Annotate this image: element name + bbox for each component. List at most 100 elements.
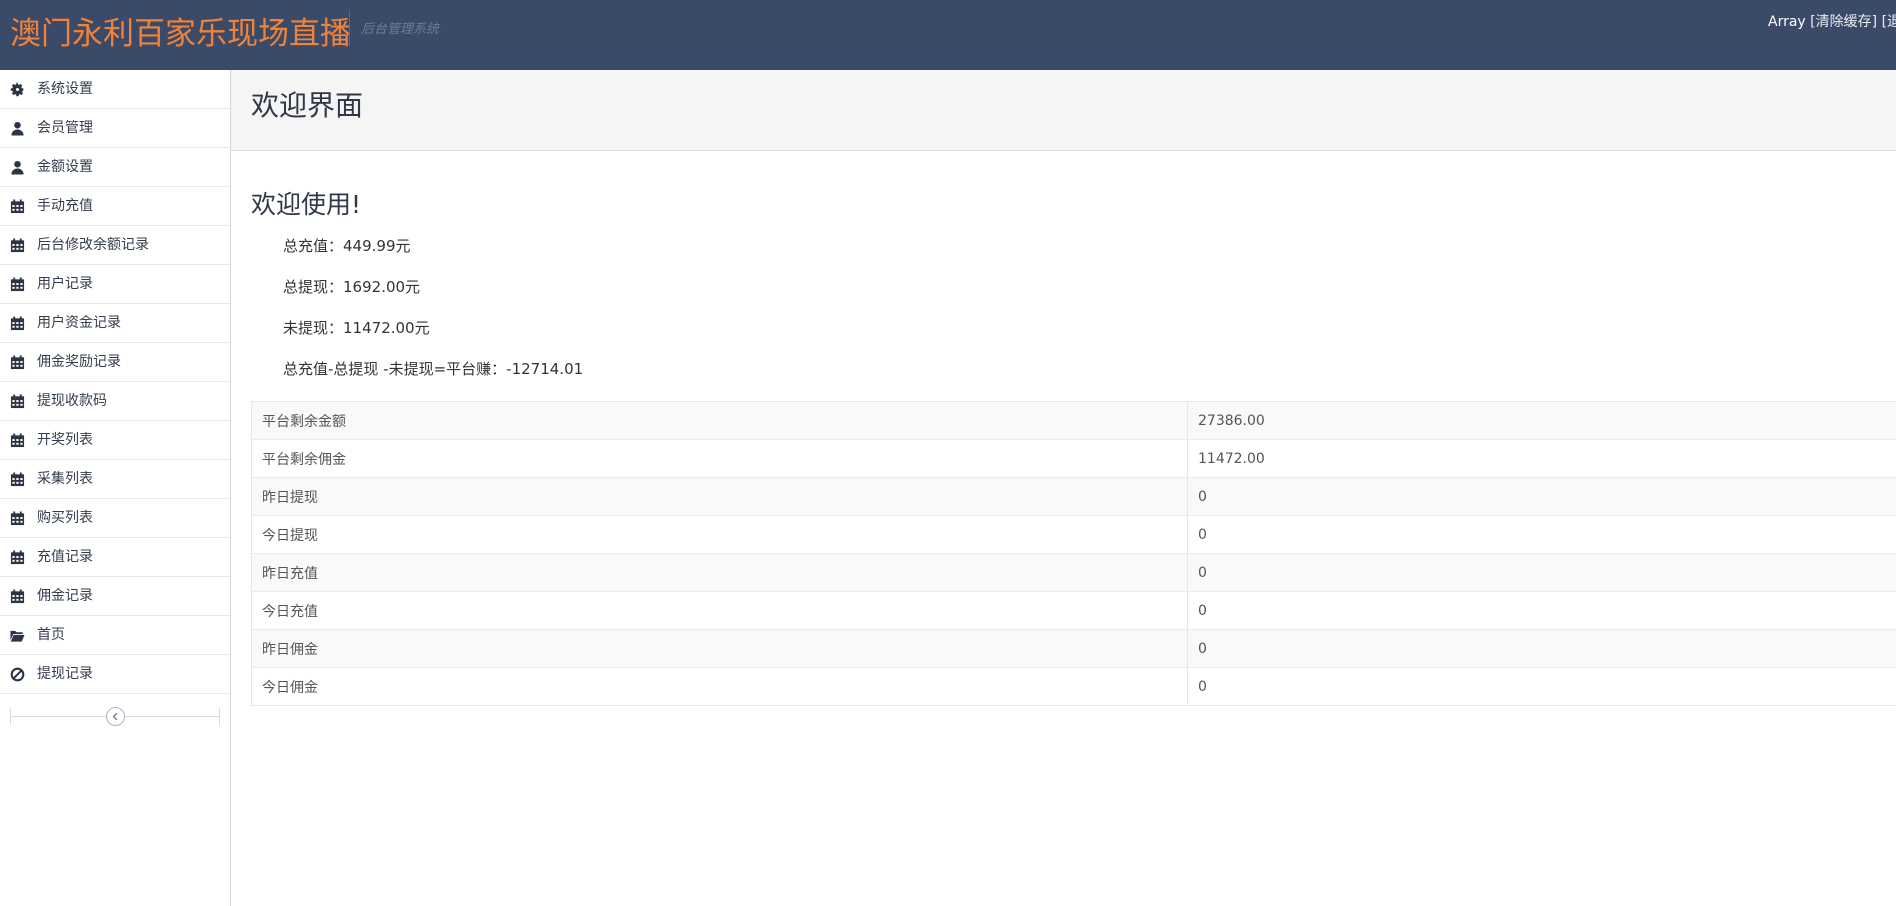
sidebar-item-label: 首页: [37, 627, 65, 643]
sidebar-item-purchase-list[interactable]: 购买列表: [0, 499, 230, 538]
table-cell-value: 0: [1187, 477, 1896, 516]
sidebar-item-label: 后台修改余额记录: [37, 237, 149, 253]
sidebar-item-label: 手动充值: [37, 198, 93, 214]
sidebar-item-label: 提现记录: [37, 666, 93, 682]
stat-label: 未提现：: [283, 319, 344, 337]
user-icon: [10, 160, 25, 175]
sidebar-item-label: 开奖列表: [37, 432, 93, 448]
calendar-icon: [10, 550, 25, 565]
calendar-icon: [10, 511, 25, 526]
sidebar-item-user-fund-records[interactable]: 用户资金记录: [0, 304, 230, 343]
table-cell-value: 0: [1187, 591, 1896, 630]
user-icon: [10, 121, 25, 136]
user-menu: Array [清除缓存] [退出]: [1768, 11, 1896, 31]
sidebar-item-draw-list[interactable]: 开奖列表: [0, 421, 230, 460]
sidebar-item-home[interactable]: 首页: [0, 616, 230, 655]
sidebar-item-label: 佣金记录: [37, 588, 93, 604]
sidebar-item-label: 佣金奖励记录: [37, 354, 121, 370]
page-title: 欢迎界面: [251, 89, 364, 122]
brand-divider: [349, 10, 350, 46]
page-header: 欢迎界面: [231, 70, 1896, 151]
sidebar-item-label: 提现收款码: [37, 393, 107, 409]
sidebar-item-label: 会员管理: [37, 120, 93, 136]
sidebar-collapse-button[interactable]: [106, 707, 125, 726]
logout-link[interactable]: [退出]: [1882, 14, 1896, 30]
table-row: 平台剩余金额 27386.00: [251, 401, 1896, 440]
calendar-icon: [10, 355, 25, 370]
ban-icon: [10, 667, 25, 682]
sidebar-item-amount-settings[interactable]: 金额设置: [0, 148, 230, 187]
table-cell-value: 27386.00: [1187, 401, 1896, 440]
table-cell-key: 昨日提现: [251, 477, 1188, 516]
brand-subtitle: 后台管理系统: [361, 22, 440, 37]
table-row: 今日充值 0: [251, 591, 1896, 630]
table-row: 昨日充值 0: [251, 553, 1896, 592]
calendar-icon: [10, 238, 25, 253]
table-cell-value: 0: [1187, 553, 1896, 592]
calendar-icon: [10, 433, 25, 448]
calendar-icon: [10, 472, 25, 487]
sidebar-item-label: 用户资金记录: [37, 315, 121, 331]
calendar-icon: [10, 316, 25, 331]
gear-icon: [10, 82, 25, 97]
table-cell-key: 昨日充值: [251, 553, 1188, 592]
sidebar-item-label: 金额设置: [37, 159, 93, 175]
table-cell-value: 0: [1187, 667, 1896, 706]
sidebar-item-label: 系统设置: [37, 81, 93, 97]
stat-value: 11472.00元: [343, 319, 430, 337]
sidebar-item-label: 用户记录: [37, 276, 93, 292]
sidebar-item-balance-edit-log[interactable]: 后台修改余额记录: [0, 226, 230, 265]
sidebar-item-recharge-records[interactable]: 充值记录: [0, 538, 230, 577]
table-cell-value: 0: [1187, 629, 1896, 668]
sidebar-item-label: 采集列表: [37, 471, 93, 487]
calendar-icon: [10, 199, 25, 214]
stat-total-withdraw: 总提现：1692.00元: [283, 276, 420, 298]
stat-value: 449.99元: [343, 237, 411, 255]
stat-pending-withdraw: 未提现：11472.00元: [283, 317, 430, 339]
table-row: 今日佣金 0: [251, 667, 1896, 706]
folder-open-icon: [10, 628, 25, 643]
calendar-icon: [10, 394, 25, 409]
table-row: 平台剩余佣金 11472.00: [251, 439, 1896, 478]
main-content: 欢迎界面 欢迎使用! 总充值：449.99元 总提现：1692.00元 未提现：…: [231, 70, 1896, 906]
table-cell-key: 平台剩余佣金: [251, 439, 1188, 478]
sidebar-item-collect-list[interactable]: 采集列表: [0, 460, 230, 499]
stat-label: 总充值-总提现 -未提现=平台赚：: [283, 360, 507, 378]
stat-label: 总充值：: [283, 237, 344, 255]
sidebar-item-manual-recharge[interactable]: 手动充值: [0, 187, 230, 226]
sidebar-item-member-management[interactable]: 会员管理: [0, 109, 230, 148]
table-cell-value: 11472.00: [1187, 439, 1896, 478]
table-cell-key: 平台剩余金额: [251, 401, 1188, 440]
sidebar-item-user-records[interactable]: 用户记录: [0, 265, 230, 304]
table-row: 今日提现 0: [251, 515, 1896, 554]
username: Array: [1768, 14, 1806, 30]
calendar-icon: [10, 277, 25, 292]
sidebar-item-system-settings[interactable]: 系统设置: [0, 70, 230, 109]
sidebar-item-commission-reward-records[interactable]: 佣金奖励记录: [0, 343, 230, 382]
welcome-heading: 欢迎使用!: [251, 190, 362, 219]
table-cell-key: 今日提现: [251, 515, 1188, 554]
sidebar-collapse: [0, 694, 230, 738]
sidebar-item-withdraw-records[interactable]: 提现记录: [0, 655, 230, 694]
sidebar-item-label: 充值记录: [37, 549, 93, 565]
sidebar-item-label: 购买列表: [37, 510, 93, 526]
clear-cache-link[interactable]: [清除缓存]: [1810, 14, 1877, 30]
stat-label: 总提现：: [283, 278, 344, 296]
top-navbar: 澳门永利百家乐现场直播 后台管理系统 Array [清除缓存] [退出]: [0, 0, 1896, 70]
calendar-icon: [10, 589, 25, 604]
sidebar-item-commission-records[interactable]: 佣金记录: [0, 577, 230, 616]
sidebar-menu: 系统设置 会员管理 金额设置 手动充值 后台修改余额记录 用户记录 用户资金记录…: [0, 70, 230, 694]
sidebar-item-withdraw-qrcode[interactable]: 提现收款码: [0, 382, 230, 421]
brand-title[interactable]: 澳门永利百家乐现场直播: [10, 12, 351, 56]
table-cell-key: 昨日佣金: [251, 629, 1188, 668]
sidebar: 系统设置 会员管理 金额设置 手动充值 后台修改余额记录 用户记录 用户资金记录…: [0, 70, 231, 906]
stat-value: 1692.00元: [343, 278, 421, 296]
table-row: 昨日提现 0: [251, 477, 1896, 516]
chevron-left-icon: [112, 712, 118, 721]
table-cell-key: 今日充值: [251, 591, 1188, 630]
stat-platform-profit: 总充值-总提现 -未提现=平台赚：-12714.01: [283, 358, 583, 380]
table-row: 昨日佣金 0: [251, 629, 1896, 668]
table-cell-value: 0: [1187, 515, 1896, 554]
table-cell-key: 今日佣金: [251, 667, 1188, 706]
stat-value: -12714.01: [506, 360, 584, 378]
